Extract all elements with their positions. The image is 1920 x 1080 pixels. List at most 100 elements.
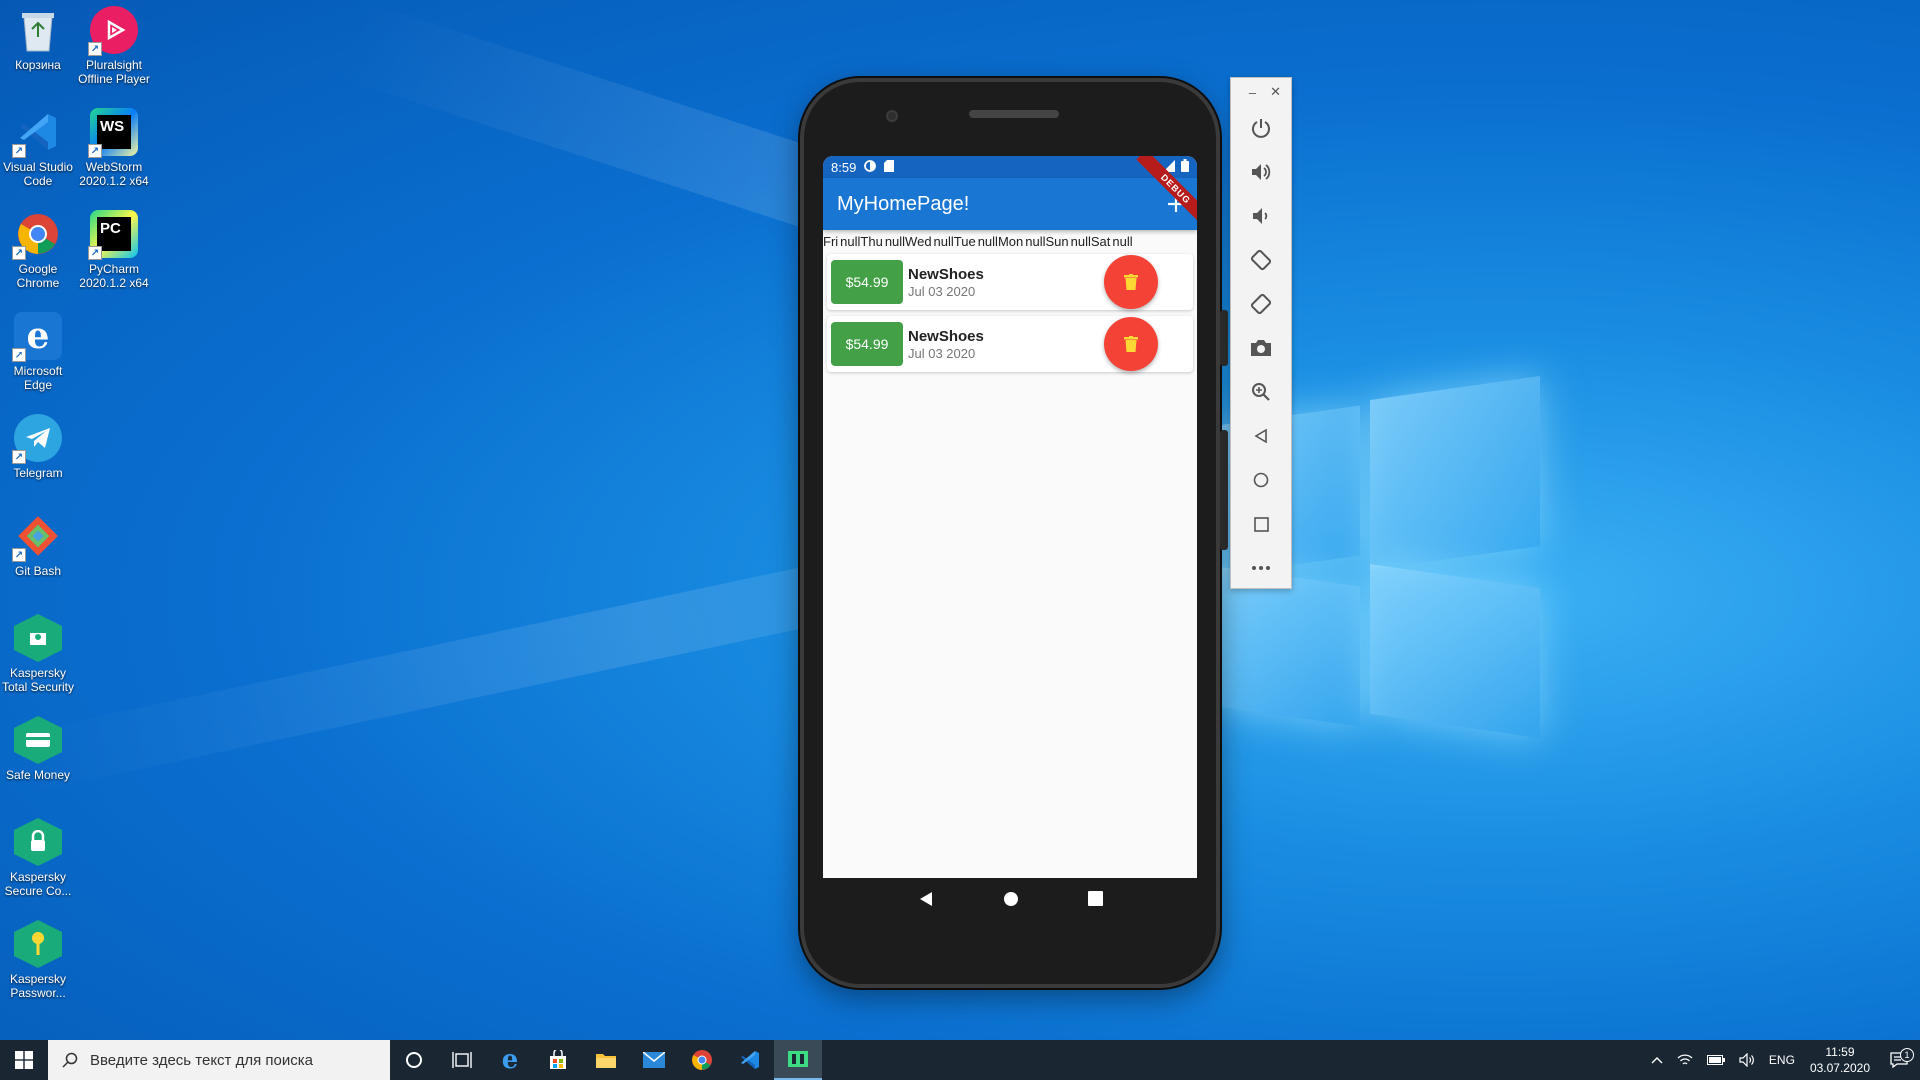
kaspersky-total-security-icon (14, 614, 62, 662)
front-camera (886, 110, 898, 122)
action-center-button[interactable]: 1 (1878, 1048, 1920, 1068)
taskbar-android-emulator[interactable] (774, 1040, 822, 1080)
taskbar-search-box[interactable]: Введите здесь текст для поиска (48, 1040, 390, 1080)
android-emulator-device: 8:59 MyHomePage! DEBUG Fri nullThu nullW… (800, 78, 1228, 988)
price-badge: $54.99 (831, 322, 903, 366)
safe-money-icon (14, 716, 62, 764)
android-emulator-icon (788, 1051, 808, 1067)
emulator-zoom-button[interactable] (1231, 370, 1291, 414)
delete-transaction-button[interactable] (1104, 317, 1158, 371)
shortcut-arrow-icon: ↗ (88, 42, 102, 56)
taskbar-store[interactable] (534, 1040, 582, 1080)
taskbar-vscode[interactable] (726, 1040, 774, 1080)
emulator-overview-button[interactable] (1231, 502, 1291, 546)
shortcut-arrow-icon: ↗ (12, 450, 26, 464)
battery-button[interactable] (1700, 1055, 1732, 1065)
day-label: nullMon (977, 233, 1024, 249)
speaker-icon (1739, 1053, 1754, 1067)
show-hidden-icons-button[interactable] (1644, 1056, 1670, 1064)
desktop-icon-recycle-bin[interactable]: Корзина (0, 6, 76, 72)
kaspersky-secure-connection-icon (14, 818, 62, 866)
git-bash-icon: ↗ (12, 512, 62, 562)
task-view-icon (452, 1052, 472, 1068)
notification-count-badge: 1 (1900, 1048, 1914, 1062)
desktop-icon-kaspersky-password[interactable]: Kaspersky Passwor... (0, 920, 76, 1000)
nav-back-button[interactable] (918, 891, 934, 912)
chrome-icon (692, 1050, 712, 1070)
pluralsight-icon: ↗ (88, 6, 138, 56)
edge-icon: e (501, 1045, 519, 1075)
desktop-icon-vscode[interactable]: ↗ Visual Studio Code (0, 108, 76, 188)
search-placeholder: Введите здесь текст для поиска (90, 1051, 313, 1069)
desktop-icon-webstorm[interactable]: WS ↗ WebStorm 2020.1.2 x64 (76, 108, 152, 188)
folder-icon (596, 1054, 616, 1068)
battery-icon (1706, 1055, 1725, 1065)
taskbar-chrome[interactable] (678, 1040, 726, 1080)
chrome-icon: ↗ (12, 210, 62, 260)
vscode-icon: ↗ (12, 108, 62, 158)
emulator-volume-down-button[interactable] (1231, 194, 1291, 238)
emulator-rotate-left-button[interactable] (1231, 238, 1291, 282)
taskbar-mail[interactable] (630, 1040, 678, 1080)
webstorm-icon: WS ↗ (88, 108, 138, 158)
desktop-icon-pluralsight[interactable]: ↗ Pluralsight Offline Player (76, 6, 152, 86)
cortana-button[interactable] (390, 1040, 438, 1080)
telegram-icon: ↗ (12, 414, 62, 464)
emulator-screenshot-button[interactable] (1231, 326, 1291, 370)
desktop-icon-kaspersky-secure-connection[interactable]: Kaspersky Secure Co... (0, 818, 76, 898)
volume-button[interactable] (1732, 1053, 1762, 1067)
desktop-icon-edge[interactable]: e ↗ Microsoft Edge (0, 312, 76, 392)
emulator-rotate-right-button[interactable] (1231, 282, 1291, 326)
taskbar-clock[interactable]: 11:59 03.07.2020 (1802, 1044, 1878, 1076)
delete-transaction-button[interactable] (1104, 255, 1158, 309)
device-volume-rocker[interactable] (1220, 430, 1228, 550)
input-language-button[interactable]: ENG (1762, 1053, 1802, 1067)
shortcut-arrow-icon: ↗ (12, 348, 26, 362)
desktop-icon-pycharm[interactable]: PC ↗ PyCharm 2020.1.2 x64 (76, 210, 152, 290)
desktop-icon-git-bash[interactable]: ↗ Git Bash (0, 512, 76, 578)
android-nav-bar (823, 878, 1197, 924)
earpiece-speaker (969, 110, 1059, 118)
day-label: nullSun (1025, 233, 1069, 249)
chevron-up-icon (1651, 1057, 1663, 1064)
overview-square-icon (1087, 891, 1103, 906)
home-circle-icon (1003, 891, 1018, 906)
taskbar-edge[interactable]: e (486, 1040, 534, 1080)
volume-up-icon (1252, 164, 1271, 180)
battery-icon (1181, 159, 1189, 175)
transaction-title: NewShoes (908, 265, 984, 283)
shortcut-arrow-icon: ↗ (12, 144, 26, 158)
task-view-button[interactable] (438, 1040, 486, 1080)
network-button[interactable] (1670, 1053, 1700, 1067)
clock-date: 03.07.2020 (1809, 1061, 1870, 1075)
weekday-chart-row: Fri nullThu nullWed nullTue nullMon null… (823, 230, 1197, 252)
device-power-button[interactable] (1220, 310, 1228, 366)
day-label: nullSat (1070, 233, 1111, 249)
nav-home-button[interactable] (1003, 891, 1019, 912)
emulator-toolbar: – ✕ (1230, 77, 1292, 589)
rotate-left-icon (1250, 249, 1272, 271)
minimize-button[interactable]: – (1249, 85, 1256, 100)
trash-icon (1124, 336, 1138, 352)
emulator-volume-up-button[interactable] (1231, 150, 1291, 194)
start-button[interactable] (0, 1040, 48, 1080)
desktop-icon-safe-money[interactable]: Safe Money (0, 716, 76, 782)
status-sd-card-icon (884, 159, 895, 175)
phone-screen: 8:59 MyHomePage! DEBUG Fri nullThu nullW… (823, 156, 1197, 878)
emulator-home-button[interactable] (1231, 458, 1291, 502)
desktop-icon-telegram[interactable]: ↗ Telegram (0, 414, 76, 480)
transaction-card: $54.99 NewShoes Jul 03 2020 (827, 316, 1193, 372)
overview-icon (1253, 516, 1269, 532)
emulator-power-button[interactable] (1231, 106, 1291, 150)
emulator-more-button[interactable] (1231, 546, 1291, 590)
nav-overview-button[interactable] (1087, 891, 1103, 911)
desktop-icon-kaspersky-total-security[interactable]: Kaspersky Total Security (0, 614, 76, 694)
taskbar-file-explorer[interactable] (582, 1040, 630, 1080)
emulator-back-button[interactable] (1231, 414, 1291, 458)
pycharm-icon: PC ↗ (88, 210, 138, 260)
system-tray: ENG 11:59 03.07.2020 1 (1644, 1040, 1920, 1080)
day-label: nullWed (884, 233, 932, 249)
close-button[interactable]: ✕ (1270, 84, 1281, 100)
wifi-icon (1677, 1054, 1693, 1065)
desktop-icon-chrome[interactable]: ↗ Google Chrome (0, 210, 76, 290)
